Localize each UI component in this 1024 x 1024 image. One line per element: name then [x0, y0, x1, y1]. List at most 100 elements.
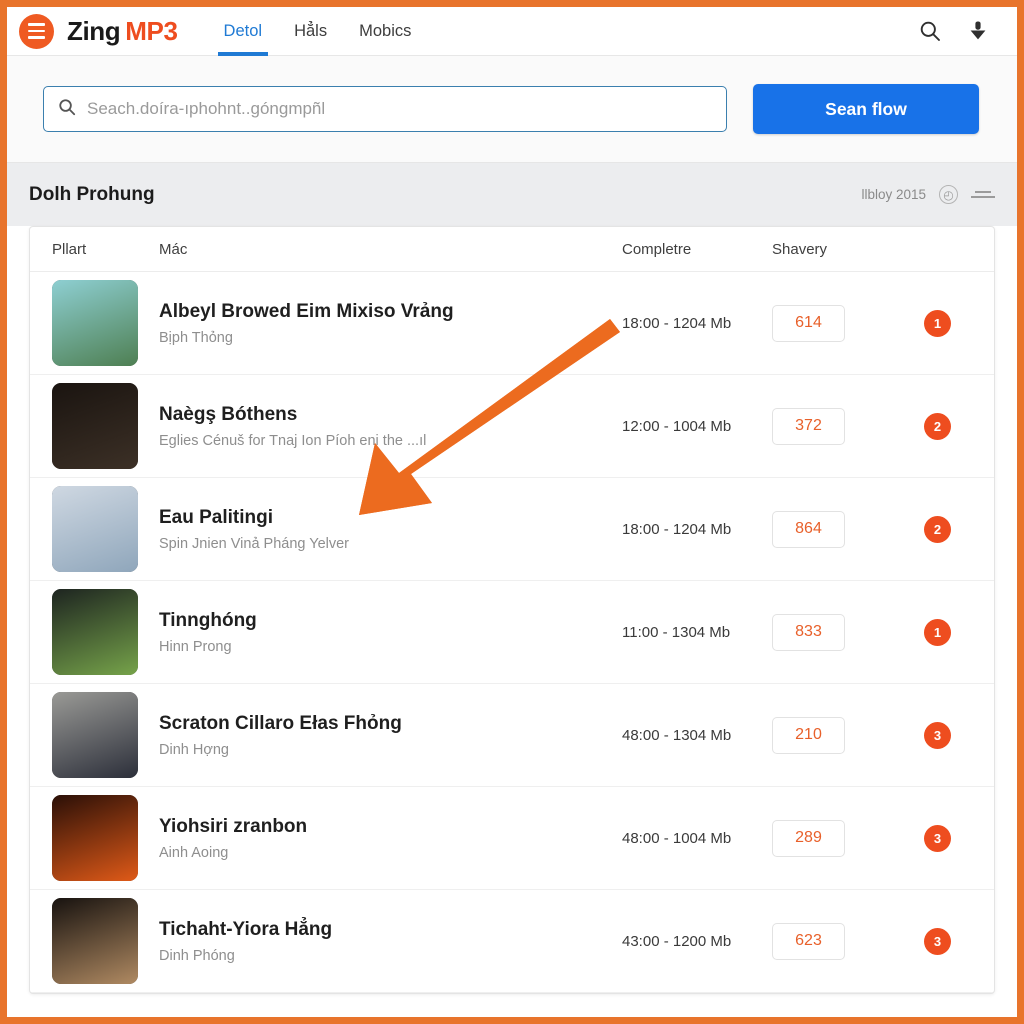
- clock-circle-icon[interactable]: ◴: [939, 185, 958, 204]
- table-row[interactable]: Scraton Cillaro Ełas Fhỏng Dinh Hợng 48:00…: [30, 684, 994, 787]
- row-shavery-cell: 614: [772, 304, 924, 342]
- row-subtitle: Dinh Hợng: [159, 741, 229, 758]
- row-info: Albeyl Browed Eim Mixiso Vrảng Bịph Thỏng: [159, 301, 622, 346]
- row-title: Eau Palitingi: [159, 506, 274, 528]
- row-thumbnail[interactable]: [52, 589, 159, 675]
- table-row[interactable]: Tinnghóng Hinn Prong 11:00 - 1304 Mb 833 1: [30, 581, 994, 684]
- column-header-shavery: Shavery: [772, 240, 828, 258]
- row-shavery-cell: 372: [772, 407, 924, 445]
- table-row[interactable]: Tichaht-Yiora Hẳng Dinh Phóng 43:00 - 1200…: [30, 890, 994, 993]
- row-complete: 43:00 - 1200 Mb: [622, 932, 732, 950]
- section-meta-label: llbloy 2015: [861, 187, 926, 202]
- tab-detol[interactable]: Detol: [208, 7, 279, 56]
- search-submit-button[interactable]: Sean flow: [753, 84, 979, 134]
- table-row[interactable]: Eau Palitingi Spin Jnien Vinả Pháng Yelve…: [30, 478, 994, 581]
- row-title: Yiohsiri zranbon: [159, 815, 308, 837]
- row-shavery-cell: 833: [772, 613, 924, 651]
- row-thumbnail[interactable]: [52, 383, 159, 469]
- row-rank-cell: 1: [924, 309, 972, 337]
- row-title: Tichaht-Yiora Hẳng: [159, 918, 333, 940]
- hamburger-menu-icon[interactable]: [19, 13, 54, 49]
- rank-badge: 3: [924, 824, 951, 852]
- browser-frame: Zing MP3 Detol Hẳls Mobics Seach.doíra-ı…: [0, 0, 1024, 1024]
- row-rank-cell: 3: [924, 721, 972, 749]
- row-complete: 48:00 - 1004 Mb: [622, 829, 732, 847]
- column-header-art: Pllart: [52, 240, 87, 258]
- row-subtitle: Dinh Phóng: [159, 947, 235, 964]
- brand-logo[interactable]: Zing MP3: [67, 16, 178, 47]
- rank-badge: 1: [924, 618, 951, 646]
- row-subtitle: Hinn Prong: [159, 638, 232, 655]
- section-title: Dolh Prohung: [29, 183, 155, 205]
- nav-tabs: Detol Hẳls Mobics: [208, 7, 428, 56]
- search-icon: [58, 98, 76, 121]
- shavery-badge[interactable]: 623: [772, 922, 845, 960]
- tab-detol-label: Detol: [223, 21, 263, 40]
- table-row[interactable]: Yiohsiri zranbon Ainh Aoing 48:00 - 1004 M…: [30, 787, 994, 890]
- tab-mobics[interactable]: Mobics: [343, 7, 427, 56]
- row-subtitle: Eglies Cénuš for Tnaj Ion Píoh eni the .…: [159, 432, 427, 449]
- rank-badge: 2: [924, 412, 951, 440]
- tab-mobics-label: Mobics: [359, 21, 412, 40]
- search-field-wrapper[interactable]: [43, 86, 727, 132]
- row-shavery-cell: 289: [772, 819, 924, 857]
- row-thumbnail[interactable]: [52, 898, 159, 984]
- tab-halls[interactable]: Hẳls: [278, 7, 343, 56]
- shavery-badge[interactable]: 210: [772, 716, 845, 754]
- minus-lines-icon[interactable]: [971, 191, 995, 198]
- row-complete: 12:00 - 1004 Mb: [622, 417, 732, 435]
- row-rank-cell: 2: [924, 412, 972, 440]
- row-thumbnail[interactable]: [52, 692, 159, 778]
- row-complete: 11:00 - 1304 Mb: [622, 623, 731, 641]
- playlist-card: Pllart Mác Completre Shavery Albeyl Brow…: [29, 226, 995, 994]
- download-icon[interactable]: [961, 14, 995, 48]
- row-rank-cell: 3: [924, 927, 972, 955]
- row-subtitle: Bịph Thỏng: [159, 329, 233, 346]
- row-thumbnail[interactable]: [52, 486, 159, 572]
- section-tools: llbloy 2015 ◴: [861, 185, 995, 204]
- row-title: Scraton Cillaro Ełas Fhỏng: [159, 712, 402, 734]
- section-header: Dolh Prohung llbloy 2015 ◴: [7, 163, 1017, 226]
- row-info: Yiohsiri zranbon Ainh Aoing: [159, 816, 622, 861]
- playlist-rows: Albeyl Browed Eim Mixiso Vrảng Bịph Thỏng…: [30, 272, 994, 993]
- shavery-badge[interactable]: 864: [772, 510, 845, 548]
- row-shavery-cell: 210: [772, 716, 924, 754]
- row-title: Naègş Bóthens: [159, 403, 298, 425]
- shavery-badge[interactable]: 614: [772, 304, 845, 342]
- table-row[interactable]: Naègş Bóthens Eglies Cénuš for Tnaj Ion P…: [30, 375, 994, 478]
- row-complete: 18:00 - 1204 Mb: [622, 520, 732, 538]
- row-complete: 48:00 - 1304 Mb: [622, 726, 732, 744]
- row-subtitle: Ainh Aoing: [159, 844, 229, 861]
- column-header-complete: Completre: [622, 240, 692, 258]
- row-title: Albeyl Browed Eim Mixiso Vrảng: [159, 300, 454, 322]
- row-info: Tinnghóng Hinn Prong: [159, 610, 622, 655]
- row-info: Naègş Bóthens Eglies Cénuš for Tnaj Ion P…: [159, 404, 622, 449]
- row-thumbnail[interactable]: [52, 280, 159, 366]
- search-toolbar: Sean flow: [7, 56, 1017, 163]
- row-shavery-cell: 623: [772, 922, 924, 960]
- tab-halls-label: Hẳls: [294, 21, 328, 40]
- app-header: Zing MP3 Detol Hẳls Mobics: [7, 7, 1017, 56]
- row-thumbnail[interactable]: [52, 795, 159, 881]
- rank-badge: 2: [924, 515, 951, 543]
- shavery-badge[interactable]: 372: [772, 407, 845, 445]
- shavery-badge[interactable]: 833: [772, 613, 845, 651]
- search-input[interactable]: [87, 99, 712, 119]
- row-info: Eau Palitingi Spin Jnien Vinả Pháng Yelve…: [159, 507, 622, 552]
- rank-badge: 1: [924, 309, 951, 337]
- row-complete: 18:00 - 1204 Mb: [622, 314, 732, 332]
- app-screen: Zing MP3 Detol Hẳls Mobics Seach.doíra-ı…: [7, 7, 1017, 1017]
- shavery-badge[interactable]: 289: [772, 819, 845, 857]
- rank-badge: 3: [924, 927, 951, 955]
- brand-logo-secondary: MP3: [125, 15, 178, 46]
- brand-logo-primary: Zing: [67, 15, 121, 46]
- row-info: Scraton Cillaro Ełas Fhỏng Dinh Hợng: [159, 713, 622, 758]
- row-info: Tichaht-Yiora Hẳng Dinh Phóng: [159, 919, 622, 964]
- row-subtitle: Spin Jnien Vinả Pháng Yelver: [159, 535, 349, 552]
- row-rank-cell: 2: [924, 515, 972, 543]
- search-icon[interactable]: [913, 14, 947, 48]
- table-row[interactable]: Albeyl Browed Eim Mixiso Vrảng Bịph Thỏng…: [30, 272, 994, 375]
- row-rank-cell: 3: [924, 824, 972, 852]
- rank-badge: 3: [924, 721, 951, 749]
- row-rank-cell: 1: [924, 618, 972, 646]
